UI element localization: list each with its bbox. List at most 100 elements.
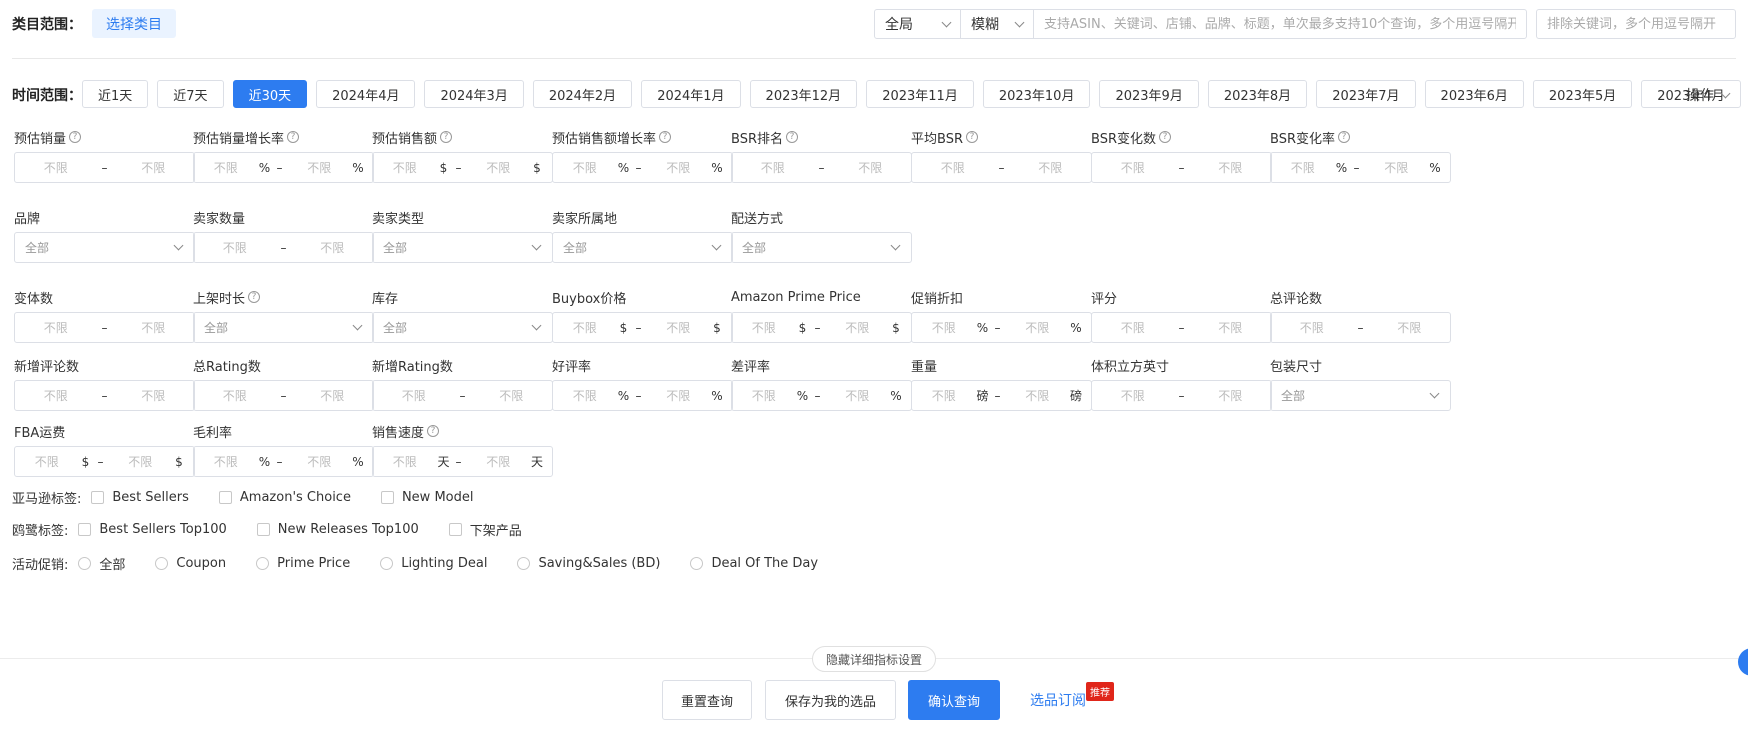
range-max-input[interactable]: 不限 [288,453,352,470]
range-max-input[interactable]: 不限 [1006,387,1070,404]
save-selection-button[interactable]: 保存为我的选品 [765,680,896,720]
range-min-input[interactable]: 不限 [373,387,455,404]
time-tab[interactable]: 2024年2月 [532,80,633,108]
time-tab[interactable]: 2024年1月 [641,80,741,108]
operations-menu[interactable]: 操作 [1686,85,1731,105]
range-max-input[interactable]: 不限 [647,387,711,404]
search-input[interactable] [1034,16,1526,32]
range-min-input[interactable]: 不限 [373,159,437,176]
range-min-input[interactable]: 不限 [373,453,437,470]
subscribe-link[interactable]: 选品订阅 [1030,690,1086,710]
range-max-input[interactable]: 不限 [292,387,374,404]
range-min-input[interactable]: 不限 [1271,159,1335,176]
filter-select[interactable]: 全部 [193,312,374,343]
tag-checkbox[interactable]: Best Sellers Top100 [78,522,227,537]
promo-option[interactable]: Deal Of The Day [690,556,818,571]
filter-select[interactable]: 全部 [552,232,733,263]
tag-checkbox[interactable]: Best Sellers [91,490,189,505]
tag-checkbox[interactable]: New Model [380,490,473,505]
filter-label: 重量 [911,356,937,375]
range-min-input[interactable]: 不限 [912,159,994,176]
range-max-input[interactable]: 不限 [826,319,890,336]
time-tab[interactable]: 2024年3月 [424,80,524,108]
range-max-input[interactable]: 不限 [647,159,711,176]
range-min-input[interactable]: 不限 [912,319,976,336]
range-min-input[interactable]: 不限 [194,239,276,256]
range-min-input[interactable]: 不限 [194,453,258,470]
filter-select[interactable]: 全部 [1270,380,1451,411]
range-max-input[interactable]: 不限 [109,453,173,470]
time-tab[interactable]: 2023年6月 [1424,80,1524,108]
range-max-input[interactable]: 不限 [830,159,912,176]
range-max-input[interactable]: 不限 [113,159,195,176]
match-mode-select[interactable]: 模糊 [961,10,1034,38]
range-min-input[interactable]: 不限 [732,387,796,404]
time-tab[interactable]: 近1天 [82,80,149,108]
range-max-input[interactable]: 不限 [1006,319,1070,336]
range-min-input[interactable]: 不限 [1092,387,1174,404]
filter-select[interactable]: 全部 [372,312,553,343]
range-min-input[interactable]: 不限 [553,319,617,336]
range-max-input[interactable]: 不限 [826,387,890,404]
select-category-button[interactable]: 选择类目 [92,9,176,38]
promo-option[interactable]: Prime Price [256,556,350,571]
time-tab[interactable]: 2023年5月 [1532,80,1633,108]
promo-option[interactable]: 全部 [78,554,125,573]
range-max-input[interactable]: 不限 [1365,159,1429,176]
filter-range: 不限% – 不限% [731,380,912,411]
time-tab[interactable]: 2023年8月 [1207,80,1308,108]
time-tab[interactable]: 2023年10月 [982,80,1091,108]
confirm-query-button[interactable]: 确认查询 [908,680,1000,720]
range-min-input[interactable]: 不限 [1271,319,1353,336]
range-min-input[interactable]: 不限 [553,387,617,404]
time-tab[interactable]: 2023年9月 [1099,80,1199,108]
range-max-input[interactable]: 不限 [292,239,374,256]
range-max-input[interactable]: 不限 [1190,319,1272,336]
range-max-input[interactable]: 不限 [467,453,531,470]
range-min-input[interactable]: 不限 [194,159,258,176]
range-max-input[interactable]: 不限 [1369,319,1451,336]
time-tab[interactable]: 近7天 [157,80,224,108]
time-tab[interactable]: 2023年11月 [866,80,974,108]
filter-select[interactable]: 全部 [14,232,195,263]
exclude-keywords-input[interactable] [1536,9,1736,39]
time-tab[interactable]: 近30天 [232,80,308,108]
range-min-input[interactable]: 不限 [15,453,79,470]
tag-checkbox[interactable]: New Releases Top100 [256,522,419,537]
promo-option[interactable]: Saving&Sales (BD) [517,556,660,571]
range-max-input[interactable]: 不限 [1190,387,1272,404]
range-min-input[interactable]: 不限 [15,159,97,176]
range-max-input[interactable]: 不限 [113,387,195,404]
range-max-input[interactable]: 不限 [1010,159,1092,176]
time-tab[interactable]: 2023年7月 [1316,80,1416,108]
range-min-input[interactable]: 不限 [1092,159,1174,176]
scope-select[interactable]: 全局 [875,10,961,38]
promo-option[interactable]: Coupon [155,556,226,571]
range-min-input[interactable]: 不限 [912,387,976,404]
filter-label: 差评率 [731,356,770,375]
range-min-input[interactable]: 不限 [1092,319,1174,336]
hide-details-toggle[interactable]: 隐藏详细指标设置 [812,646,936,672]
range-max-input[interactable]: 不限 [471,387,553,404]
range-min-input[interactable]: 不限 [15,387,97,404]
range-unit: % [352,160,364,175]
time-tab[interactable]: 2023年12月 [749,80,858,108]
filter-select[interactable]: 全部 [372,232,553,263]
promo-option[interactable]: Lighting Deal [380,556,487,571]
range-max-input[interactable]: 不限 [467,159,531,176]
tag-checkbox[interactable]: 下架产品 [448,520,522,539]
reset-query-button[interactable]: 重置查询 [662,680,752,720]
tag-checkbox[interactable]: Amazon's Choice [218,490,351,505]
range-min-input[interactable]: 不限 [732,159,814,176]
range-max-input[interactable]: 不限 [288,159,352,176]
range-min-input[interactable]: 不限 [15,319,97,336]
range-max-input[interactable]: 不限 [1190,159,1272,176]
filter-select[interactable]: 全部 [731,232,912,263]
range-min-input[interactable]: 不限 [553,159,617,176]
time-tab[interactable]: 2024年4月 [316,80,416,108]
floating-assistant-icon[interactable] [1738,648,1748,676]
range-max-input[interactable]: 不限 [647,319,711,336]
range-max-input[interactable]: 不限 [113,319,195,336]
range-min-input[interactable]: 不限 [194,387,276,404]
range-min-input[interactable]: 不限 [732,319,796,336]
